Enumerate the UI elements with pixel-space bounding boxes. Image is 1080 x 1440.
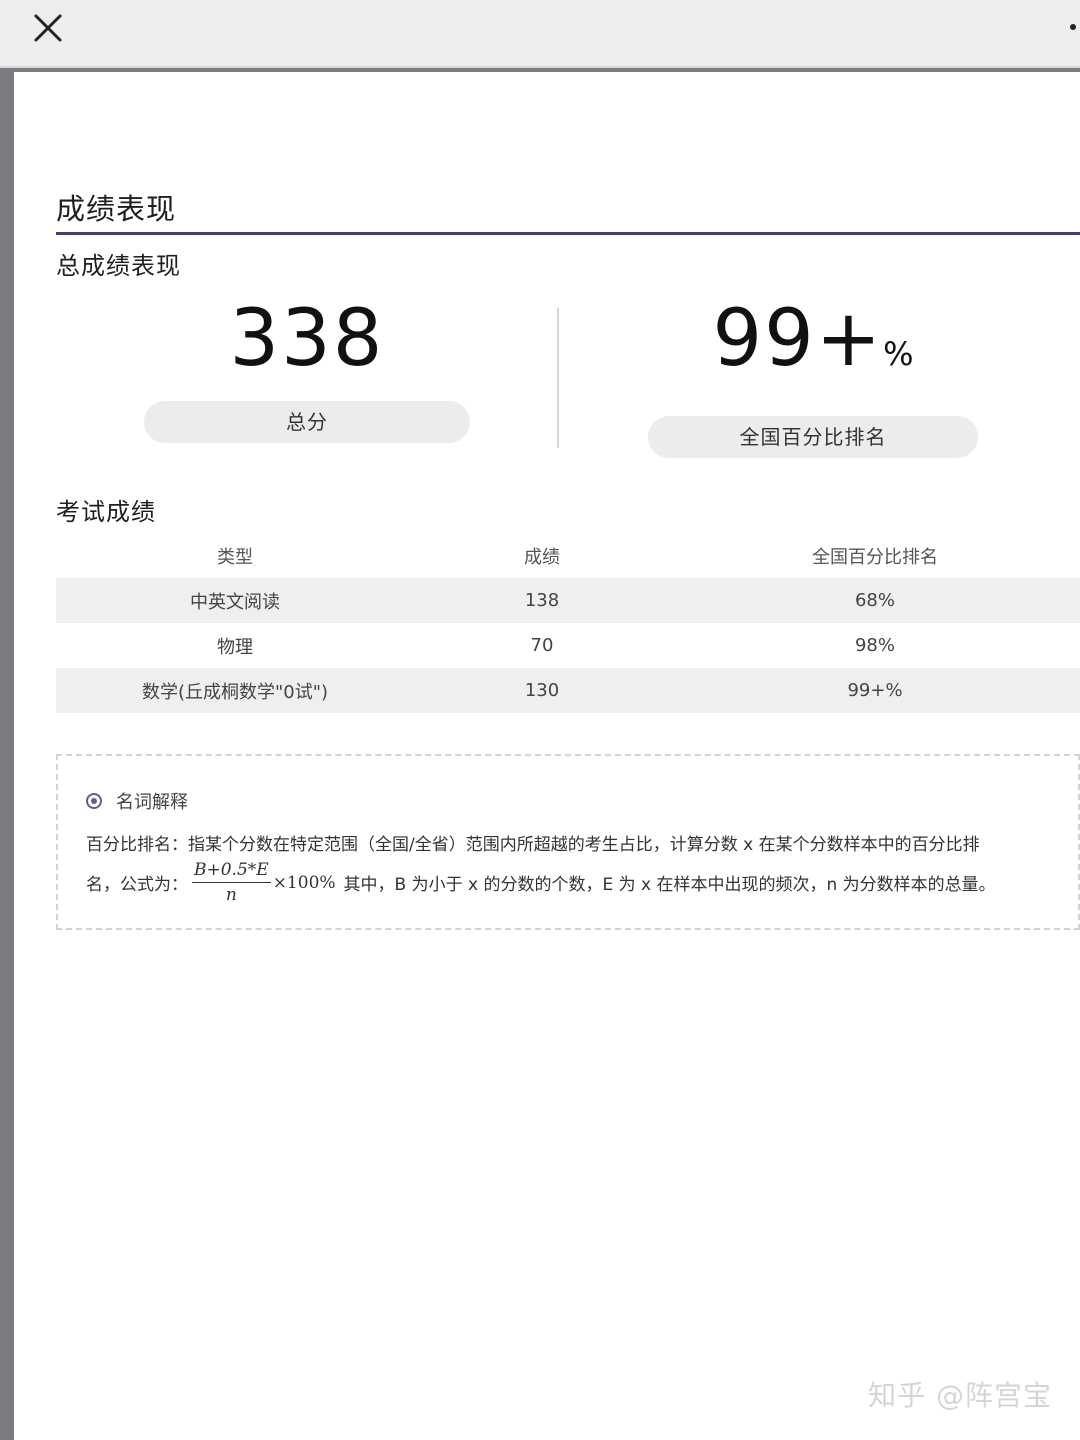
watermark: 知乎 @阵宫宝 — [868, 1379, 1052, 1412]
cell-type: 物理 — [217, 636, 253, 658]
rank-unit: % — [883, 335, 914, 373]
section-title: 成绩表现 — [56, 192, 177, 226]
glossary-text-line-1: 百分比排名：指某个分数在特定范围（全国/全省）范围内所超越的考生占比，计算分数 … — [86, 835, 980, 855]
column-header-rank: 全国百分比排名 — [812, 547, 938, 568]
formula-prefix: 名，公式为： — [86, 875, 188, 895]
radio-icon — [86, 793, 102, 809]
table-header-row: 类型 成绩 全国百分比排名 — [56, 534, 1080, 578]
table-row: 数学(丘成桐数学"0试") 130 99+% — [56, 668, 1080, 713]
table-row: 物理 70 98% — [56, 623, 1080, 668]
percentile-formula: B+0.5*E n — [192, 860, 271, 905]
cell-score: 130 — [524, 680, 560, 701]
stat-divider — [557, 308, 559, 448]
glossary-box: 名词解释 百分比排名：指某个分数在特定范围（全国/全省）范围内所超越的考生占比，… — [56, 754, 1080, 930]
exam-title: 考试成绩 — [56, 498, 156, 526]
total-score-label: 总分 — [144, 401, 470, 443]
total-score-card: 338 总分 — [144, 297, 470, 443]
report-sheet: 成绩表现 总成绩表现 338 总分 99+% 全国百分比排名 考试成绩 类型 成… — [14, 72, 1080, 1440]
formula-explanation: 其中，B 为小于 x 的分数的个数，E 为 x 在样本中出现的频次，n 为分数样… — [343, 875, 996, 895]
total-score-value: 338 — [229, 294, 385, 384]
rank-card: 99+% 全国百分比排名 — [648, 297, 978, 458]
rank-value: 99+ — [712, 294, 884, 384]
more-menu-dot[interactable] — [1070, 24, 1076, 30]
rank-value-wrap: 99+% — [648, 297, 978, 396]
glossary-text-line-2: 名，公式为： B+0.5*E n ×100% 其中，B 为小于 x 的分数的个数… — [86, 860, 1066, 905]
cell-rank: 99+% — [847, 680, 903, 701]
rank-label: 全国百分比排名 — [648, 416, 978, 458]
formula-numerator: B+0.5*E — [192, 860, 271, 883]
title-divider — [56, 232, 1080, 235]
cell-type: 中英文阅读 — [190, 591, 280, 613]
score-table: 类型 成绩 全国百分比排名 中英文阅读 138 68% 物理 70 98% 数学… — [56, 534, 1080, 713]
close-icon — [34, 14, 62, 42]
cell-score: 70 — [530, 635, 554, 656]
formula-denominator: n — [225, 885, 237, 905]
table-row: 中英文阅读 138 68% — [56, 578, 1080, 623]
cell-score: 138 — [524, 590, 560, 611]
top-bar — [0, 0, 1080, 68]
close-button[interactable] — [30, 10, 66, 46]
cell-type: 数学(丘成桐数学"0试") — [141, 681, 329, 703]
column-header-score: 成绩 — [524, 547, 560, 568]
overall-subtitle: 总成绩表现 — [56, 252, 181, 280]
column-header-type: 类型 — [217, 547, 253, 568]
cell-rank: 98% — [854, 635, 895, 656]
glossary-heading: 名词解释 — [116, 792, 188, 813]
glossary-header: 名词解释 — [86, 788, 188, 814]
cell-rank: 68% — [854, 590, 895, 611]
formula-suffix: ×100% — [272, 872, 336, 893]
